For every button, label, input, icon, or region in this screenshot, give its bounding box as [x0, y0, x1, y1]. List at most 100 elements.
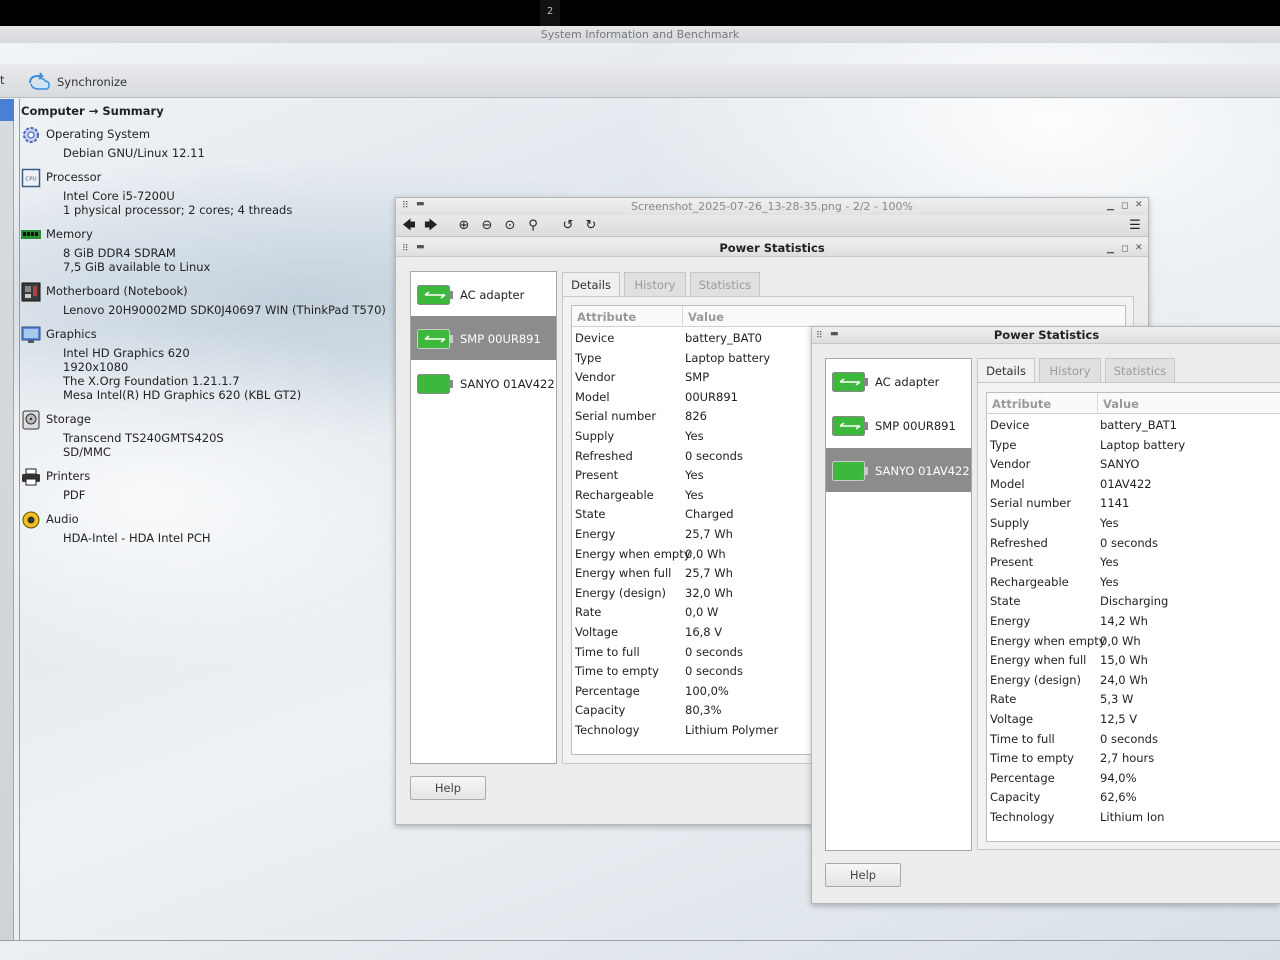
synchronize-icon[interactable]	[28, 71, 50, 91]
column-header-attribute[interactable]: Attribute	[577, 310, 636, 324]
section-title: Audio	[46, 512, 79, 526]
column-header-value[interactable]: Value	[688, 310, 724, 324]
close-icon[interactable]: ✕	[1135, 243, 1143, 253]
table-row[interactable]: Voltage 12,5 V	[987, 709, 1280, 729]
window-menu-icon[interactable]: ⠿	[816, 331, 823, 341]
attribute-cell: Type	[990, 437, 1017, 452]
tab-statistics[interactable]: Statistics	[690, 272, 760, 296]
value-cell: 00UR891	[685, 389, 738, 404]
property-table[interactable]: Attribute Value Device battery_BAT1 Type La…	[986, 392, 1280, 842]
synchronize-button[interactable]: Synchronize	[57, 75, 127, 89]
device-item-smp-battery[interactable]: SMP 00UR891	[826, 403, 971, 447]
device-item-sanyo-battery[interactable]: SANYO 01AV422	[826, 448, 971, 492]
viewer-menu-icon[interactable]: ☰	[1126, 217, 1144, 235]
table-row[interactable]: Refreshed 0 seconds	[987, 533, 1280, 553]
speaker-icon	[22, 511, 40, 529]
table-row[interactable]: Rate 5,3 W	[987, 689, 1280, 709]
maximize-icon[interactable]: ◻	[1121, 201, 1128, 211]
section-detail: The X.Org Foundation 1.21.1.7	[63, 374, 240, 388]
toolbar-truncated-item[interactable]: t	[0, 73, 5, 87]
value-cell: battery_BAT1	[1100, 418, 1177, 432]
sidebar-collapsed[interactable]	[0, 99, 14, 941]
device-label: AC adapter	[460, 288, 525, 302]
attribute-cell: Rechargeable	[575, 487, 654, 502]
value-cell: Laptop battery	[1100, 437, 1186, 452]
maximize-icon[interactable]: ◻	[1121, 244, 1128, 254]
value-cell: Laptop battery	[685, 350, 771, 365]
attribute-cell: Energy when empty	[575, 546, 691, 561]
tab-statistics[interactable]: Statistics	[1105, 358, 1175, 382]
value-cell: battery_BAT0	[685, 331, 762, 345]
table-row[interactable]: Type Laptop battery	[987, 435, 1280, 455]
attribute-cell: Energy	[990, 614, 1031, 628]
power-statistics-window[interactable]: Power Statistics ⠿ ▬ AC adapter SMP 00UR…	[811, 326, 1280, 904]
help-button[interactable]: Help	[410, 776, 486, 800]
zoom-out-icon[interactable]: ⊖	[478, 217, 496, 235]
sidebar-selected-item[interactable]	[0, 99, 14, 121]
window-shade-icon[interactable]: ▬	[416, 242, 425, 252]
details-panel: Attribute Value Device battery_BAT1 Type La…	[977, 382, 1280, 850]
attribute-cell: Voltage	[990, 712, 1034, 726]
help-button[interactable]: Help	[825, 863, 901, 887]
table-row[interactable]: Energy 14,2 Wh	[987, 611, 1280, 631]
value-cell: 2,7 hours	[1100, 751, 1155, 766]
zoom-in-icon[interactable]: ⊕	[455, 217, 473, 235]
device-list: AC adapter SMP 00UR891 SANYO 01AV422	[410, 271, 557, 764]
tab-details[interactable]: Details	[562, 272, 620, 296]
value-cell: Yes	[685, 468, 704, 483]
table-row[interactable]: Technology Lithium Ion	[987, 807, 1280, 827]
window-shade-icon[interactable]: ▬	[830, 329, 839, 339]
rotate-left-icon[interactable]: ↺	[559, 217, 577, 235]
value-cell: Yes	[685, 487, 704, 502]
table-row[interactable]: Present Yes	[987, 552, 1280, 572]
previous-arrow-icon[interactable]: 🡄	[400, 217, 418, 235]
table-row[interactable]: Rechargeable Yes	[987, 572, 1280, 592]
tab-history[interactable]: History	[624, 272, 686, 296]
table-row[interactable]: Time to full 0 seconds	[987, 729, 1280, 749]
tab-details[interactable]: Details	[977, 358, 1035, 382]
rotate-right-icon[interactable]: ↻	[582, 217, 600, 235]
tab-history[interactable]: History	[1039, 358, 1101, 382]
table-row[interactable]: Energy when full 15,0 Wh	[987, 650, 1280, 670]
table-row[interactable]: Supply Yes	[987, 513, 1280, 533]
table-row[interactable]: Device battery_BAT1	[987, 415, 1280, 435]
attribute-cell: Technology	[990, 810, 1055, 824]
table-row[interactable]: Model 01AV422	[987, 474, 1280, 494]
window-menu-icon[interactable]: ⠿	[402, 244, 409, 254]
minimize-icon[interactable]: ▁	[1107, 201, 1114, 211]
zoom-original-icon[interactable]: ⚲	[524, 217, 542, 235]
disk-icon	[22, 410, 40, 430]
value-cell: 826	[685, 409, 707, 424]
table-row[interactable]: State Discharging	[987, 591, 1280, 611]
window-menu-icon[interactable]: ⠿	[402, 201, 409, 211]
table-row[interactable]: Capacity 62,6%	[987, 787, 1280, 807]
minimize-icon[interactable]: ▁	[1107, 244, 1114, 254]
attribute-cell: Device	[990, 418, 1030, 432]
device-item-sanyo-battery[interactable]: SANYO 01AV422	[411, 361, 556, 405]
device-label: AC adapter	[875, 375, 940, 389]
svg-text:CPU: CPU	[25, 177, 36, 183]
table-row[interactable]: Percentage 94,0%	[987, 768, 1280, 788]
next-arrow-icon[interactable]: 🡆	[422, 217, 440, 235]
workspace-indicator[interactable]: 2	[540, 0, 560, 26]
column-header-value[interactable]: Value	[1103, 397, 1139, 411]
value-cell: 24,0 Wh	[1100, 672, 1148, 687]
close-icon[interactable]: ✕	[1135, 200, 1143, 210]
window-shade-icon[interactable]: ▬	[416, 199, 425, 209]
motherboard-icon	[21, 282, 41, 302]
table-row[interactable]: Time to empty 2,7 hours	[987, 748, 1280, 768]
value-cell: Lithium Polymer	[685, 723, 779, 737]
device-item-smp-battery[interactable]: SMP 00UR891	[411, 316, 556, 360]
column-header-attribute[interactable]: Attribute	[992, 397, 1051, 411]
value-cell: 62,6%	[1100, 790, 1137, 805]
table-row[interactable]: Energy when empty 0,0 Wh	[987, 631, 1280, 651]
table-row[interactable]: Serial number 1141	[987, 493, 1280, 513]
zoom-fit-icon[interactable]: ⊙	[501, 217, 519, 235]
table-row[interactable]: Energy (design) 24,0 Wh	[987, 670, 1280, 690]
attribute-cell: Refreshed	[990, 535, 1048, 550]
attribute-cell: State	[575, 507, 606, 522]
value-cell: 94,0%	[1100, 770, 1137, 785]
device-item-ac-adapter[interactable]: AC adapter	[826, 359, 971, 403]
device-item-ac-adapter[interactable]: AC adapter	[411, 272, 556, 316]
table-row[interactable]: Vendor SANYO	[987, 454, 1280, 474]
